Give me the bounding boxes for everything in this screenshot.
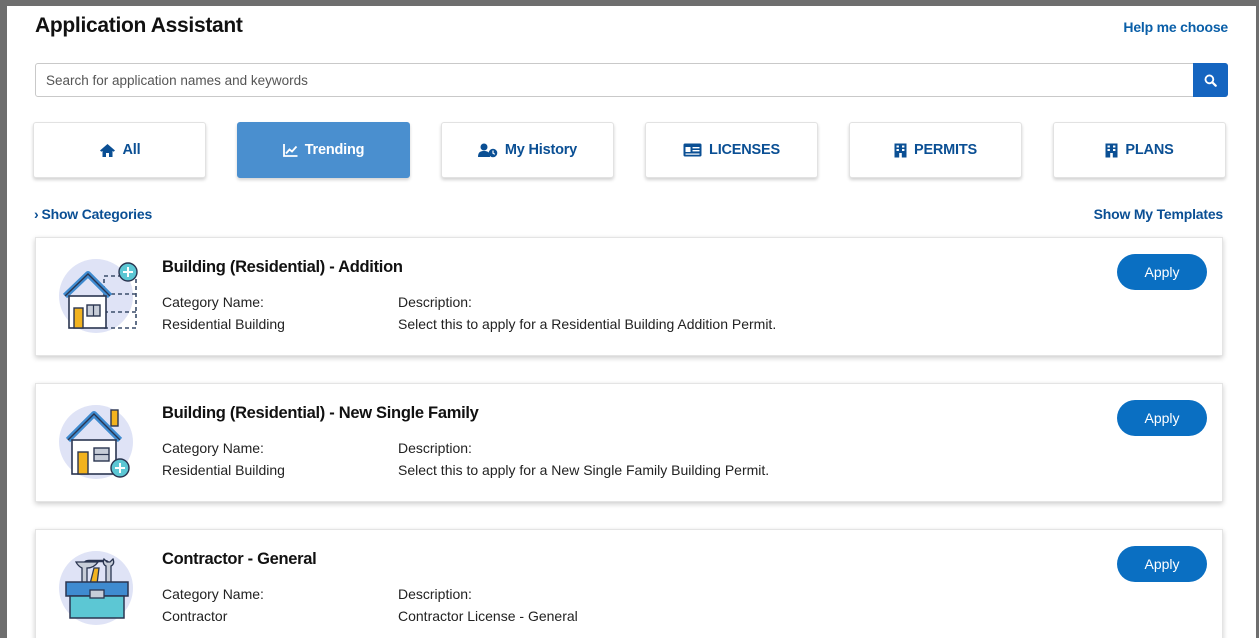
search-bar: [35, 63, 1228, 97]
description-value: Select this to apply for a Residential B…: [398, 316, 777, 332]
apply-button[interactable]: Apply: [1117, 546, 1207, 582]
house-addition-icon: [54, 252, 140, 338]
chevron-right-icon: ›: [34, 206, 39, 222]
category-name-value: Residential Building: [162, 316, 285, 332]
application-card: Contractor - General Category Name: Cont…: [35, 529, 1223, 638]
category-name-value: Residential Building: [162, 462, 285, 478]
category-name-label: Category Name:: [162, 294, 264, 310]
house-new-icon: [54, 398, 140, 484]
application-name[interactable]: Building (Residential) - New Single Fami…: [162, 404, 479, 423]
id-card-icon: [683, 143, 702, 157]
description-label: Description:: [398, 294, 472, 310]
application-name[interactable]: Contractor - General: [162, 550, 317, 569]
tab-licenses-label: LICENSES: [709, 142, 780, 158]
help-me-choose-link[interactable]: Help me choose: [1123, 19, 1228, 35]
category-tabs: All Trending My History LICENSES PERMITS: [33, 122, 1233, 180]
description-value: Contractor License - General: [398, 608, 578, 624]
description-label: Description:: [398, 586, 472, 602]
page-title: Application Assistant: [35, 14, 243, 37]
home-icon: [99, 143, 116, 158]
application-card: Building (Residential) - Addition Catego…: [35, 237, 1223, 356]
tab-my-history-label: My History: [504, 142, 578, 158]
show-categories-link[interactable]: › Show Categories: [34, 206, 152, 222]
toolbox-icon: [54, 544, 140, 630]
tab-permits-label: PERMITS: [913, 142, 978, 158]
category-name-label: Category Name:: [162, 586, 264, 602]
search-input[interactable]: [36, 64, 1191, 96]
search-button[interactable]: [1193, 63, 1228, 97]
show-categories-label: Show Categories: [41, 206, 153, 222]
building-icon: [894, 143, 907, 158]
user-history-icon: [477, 143, 498, 158]
tab-permits[interactable]: PERMITS: [849, 122, 1022, 178]
description-value: Select this to apply for a New Single Fa…: [398, 462, 770, 478]
application-card: Building (Residential) - New Single Fami…: [35, 383, 1223, 502]
category-name-label: Category Name:: [162, 440, 264, 456]
apply-button[interactable]: Apply: [1117, 254, 1207, 290]
tab-trending-label: Trending: [304, 142, 365, 158]
tab-my-history[interactable]: My History: [441, 122, 614, 178]
tab-all[interactable]: All: [33, 122, 206, 178]
tab-plans-label: PLANS: [1125, 142, 1174, 158]
show-my-templates-link[interactable]: Show My Templates: [1094, 206, 1224, 222]
tab-trending[interactable]: Trending: [237, 122, 410, 178]
tab-licenses[interactable]: LICENSES: [645, 122, 818, 178]
trending-chart-icon: [282, 143, 298, 157]
tab-all-label: All: [122, 142, 141, 158]
application-name[interactable]: Building (Residential) - Addition: [162, 258, 403, 277]
search-icon: [1204, 74, 1217, 87]
tab-plans[interactable]: PLANS: [1053, 122, 1226, 178]
description-label: Description:: [398, 440, 472, 456]
category-name-value: Contractor: [162, 608, 228, 624]
apply-button[interactable]: Apply: [1117, 400, 1207, 436]
building-icon: [1105, 143, 1118, 158]
app-frame: Application Assistant Help me choose All…: [0, 0, 1259, 638]
